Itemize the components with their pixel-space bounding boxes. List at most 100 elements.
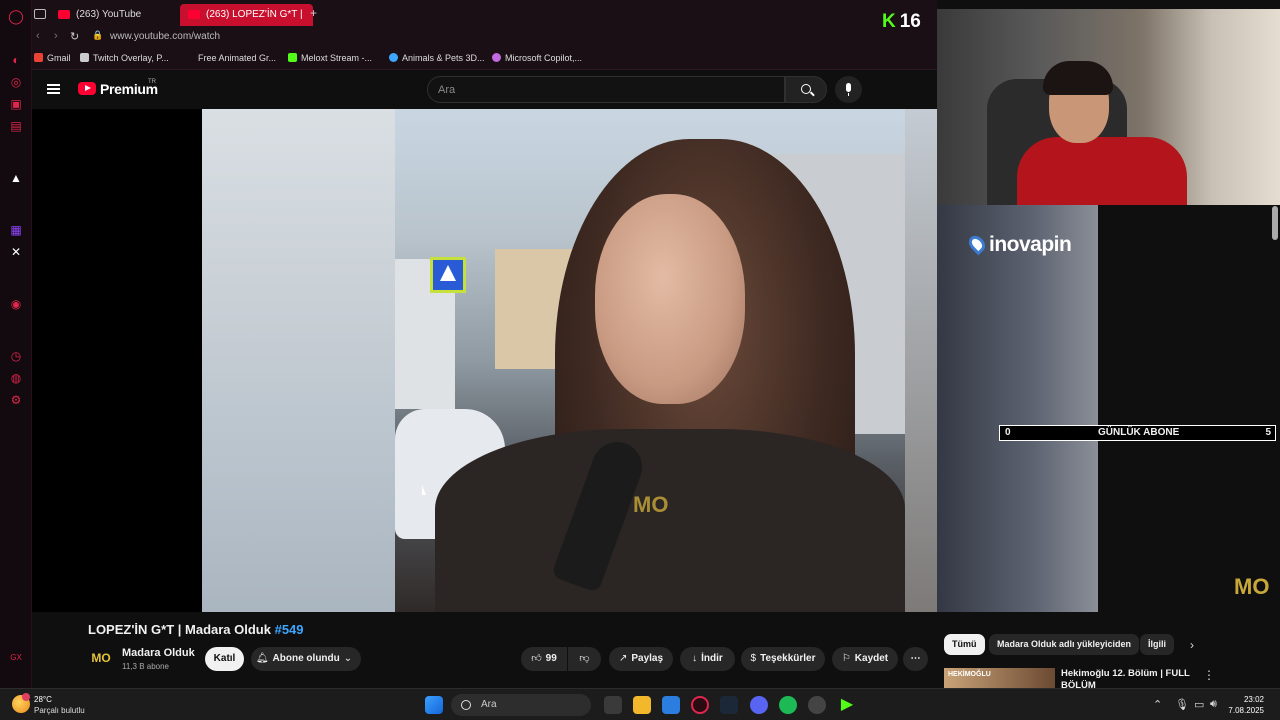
gx-mods-icon[interactable]: ▤: [8, 118, 24, 134]
streamer-hair: [1043, 61, 1113, 95]
new-tab-button[interactable]: +: [310, 6, 317, 20]
windows-taskbar: 28°C Parçalı bulutlu Ara ▶ ⌃ 🎙︎ ▭ 🔊︎ 23:…: [0, 688, 1280, 720]
aria-icon[interactable]: ◐: [8, 52, 24, 68]
scrollbar[interactable]: [1272, 206, 1278, 240]
microsoft-store-icon[interactable]: [662, 696, 680, 714]
x-twitter-icon[interactable]: ✕: [8, 244, 24, 260]
tab-youtube[interactable]: (263) YouTube: [50, 4, 151, 26]
settings-icon[interactable]: ⚙: [8, 392, 24, 408]
reload-icon[interactable]: ↻: [70, 30, 79, 43]
person-face: [595, 194, 745, 404]
taskbar-search[interactable]: Ara: [451, 694, 591, 716]
aria-ai-icon[interactable]: ▲: [8, 170, 24, 186]
gx-corner-icon[interactable]: ▣: [8, 96, 24, 112]
dislike-button[interactable]: 👎︎: [568, 647, 601, 671]
chevron-up-icon[interactable]: ⌃: [1153, 698, 1162, 711]
kick-icon: K: [882, 11, 896, 32]
more-vertical-icon[interactable]: ⋮: [1203, 668, 1215, 682]
discord-icon[interactable]: [750, 696, 768, 714]
clock-time: 23:02: [1243, 695, 1264, 704]
download-button[interactable]: ↓ İndir: [680, 647, 735, 671]
thanks-button[interactable]: $ Teşekkürler: [741, 647, 825, 671]
forward-icon[interactable]: ›: [54, 30, 58, 42]
channel-avatar[interactable]: MO: [89, 646, 113, 670]
bookmark-free-animated[interactable]: Free Animated Gr...: [198, 53, 276, 63]
streamer-shirt: [1017, 137, 1187, 205]
bookmark-copilot[interactable]: Microsoft Copilot,...: [492, 53, 582, 63]
kick-viewer-count: K 16: [882, 11, 921, 32]
youtube-icon: [188, 10, 200, 19]
subscribed-button[interactable]: 🔔︎ Abone olundu ⌄: [251, 647, 361, 671]
video-frame[interactable]: MO: [395, 109, 905, 612]
subscriber-count: 11,3 B abone: [122, 662, 170, 671]
bookmark-animals-pets[interactable]: Animals & Pets 3D...: [389, 53, 485, 63]
share-button[interactable]: ↗ Paylaş: [609, 647, 673, 671]
video-blur-right: [905, 109, 937, 612]
channel-name[interactable]: Madara Olduk: [122, 647, 195, 659]
super-thanks-icon: $: [750, 653, 757, 664]
browser-sidebar: ◯ ◐ ◎ ▣ ▤ ▲ ▦ ✕ ◉ ◷ ◍ ⚙ GX: [0, 0, 32, 688]
system-clock[interactable]: 23:02 7.08.2025: [1224, 694, 1264, 716]
like-button[interactable]: 👍︎ 99: [521, 647, 567, 671]
recommendation-title[interactable]: Hekimoğlu 12. Bölüm | FULL BÖLÜM: [1061, 668, 1191, 688]
sponsor-logo: inovapin: [965, 232, 1072, 257]
weather-condition[interactable]: Parçalı bulutlu: [34, 706, 85, 715]
search-button[interactable]: [785, 76, 827, 103]
more-actions-button[interactable]: ⋯: [903, 647, 928, 671]
clock-date: 7.08.2025: [1228, 706, 1264, 715]
bookmark-gmail[interactable]: Gmail: [34, 53, 71, 63]
download-icon: ↓: [692, 653, 698, 664]
chip-all[interactable]: Tümü: [944, 634, 985, 655]
chevron-down-icon: ⌄: [343, 653, 353, 664]
search-input[interactable]: Ara: [427, 76, 785, 103]
file-explorer-icon[interactable]: [633, 696, 651, 714]
video-watermark: MO: [633, 492, 669, 517]
tab-current-video[interactable]: (263) LOPEZ'İN G*T |: [180, 4, 313, 26]
network-icon[interactable]: ▭: [1194, 698, 1204, 711]
url-field[interactable]: www.youtube.com/watch: [110, 31, 220, 42]
hashtag-link[interactable]: #549: [275, 622, 304, 637]
messenger-icon[interactable]: ◍: [8, 370, 24, 386]
history-icon[interactable]: ◷: [8, 348, 24, 364]
bookmark-meloxt-stream[interactable]: Meloxt Stream -...: [288, 53, 372, 63]
crosswalk-sign: [430, 257, 466, 293]
bookmark-twitch-overlay[interactable]: Twitch Overlay, P...: [80, 53, 169, 63]
task-view-icon[interactable]: [604, 696, 622, 714]
opera-gx-icon[interactable]: ◯: [8, 8, 24, 24]
chip-from-uploader[interactable]: Madara Olduk adlı yükleyiciden: [989, 634, 1140, 655]
menu-icon[interactable]: [47, 84, 60, 94]
globe-icon: [389, 53, 398, 62]
volume-icon[interactable]: 🔊︎: [1210, 698, 1217, 711]
obs-icon[interactable]: [808, 696, 826, 714]
gx-control-icon[interactable]: ◎: [8, 74, 24, 90]
opera-gx-taskbar-icon[interactable]: [691, 696, 709, 714]
tab-bar: (263) YouTube (263) LOPEZ'İN G*T | +: [32, 0, 937, 28]
player-icon[interactable]: ◉: [8, 296, 24, 312]
chevron-right-icon[interactable]: ›: [1190, 638, 1194, 652]
video-blur-left: [202, 109, 396, 612]
video-player[interactable]: MO: [32, 109, 937, 612]
chip-related[interactable]: İlgili: [1140, 634, 1174, 655]
save-button[interactable]: ⚐ Kaydet: [832, 647, 898, 671]
join-button[interactable]: Katıl: [205, 647, 244, 671]
copilot-icon: [492, 53, 501, 62]
windows-start-icon[interactable]: [425, 696, 443, 714]
youtube-logo-icon[interactable]: [78, 82, 96, 95]
goal-target: 5: [1265, 427, 1271, 438]
back-icon[interactable]: ‹: [36, 30, 40, 42]
kick-app-icon[interactable]: ▶: [838, 696, 856, 714]
twitch-icon[interactable]: ▦: [8, 222, 24, 238]
temperature[interactable]: 28°C: [34, 695, 52, 704]
microphone-icon[interactable]: 🎙︎: [1175, 698, 1189, 711]
steam-icon[interactable]: [720, 696, 738, 714]
bell-icon: 🔔︎: [255, 653, 269, 664]
youtube-icon: [58, 10, 70, 19]
recommendation-thumbnail[interactable]: HEKİMOĞLU: [944, 668, 1055, 688]
bookmark-icon: ⚐: [841, 653, 851, 664]
tab-islands-icon[interactable]: [34, 9, 46, 19]
share-icon: ↗: [618, 653, 628, 664]
spotify-icon[interactable]: [779, 696, 797, 714]
person-jacket: [435, 429, 905, 612]
lock-icon[interactable]: 🔒: [92, 30, 103, 41]
voice-search-button[interactable]: [835, 76, 862, 103]
